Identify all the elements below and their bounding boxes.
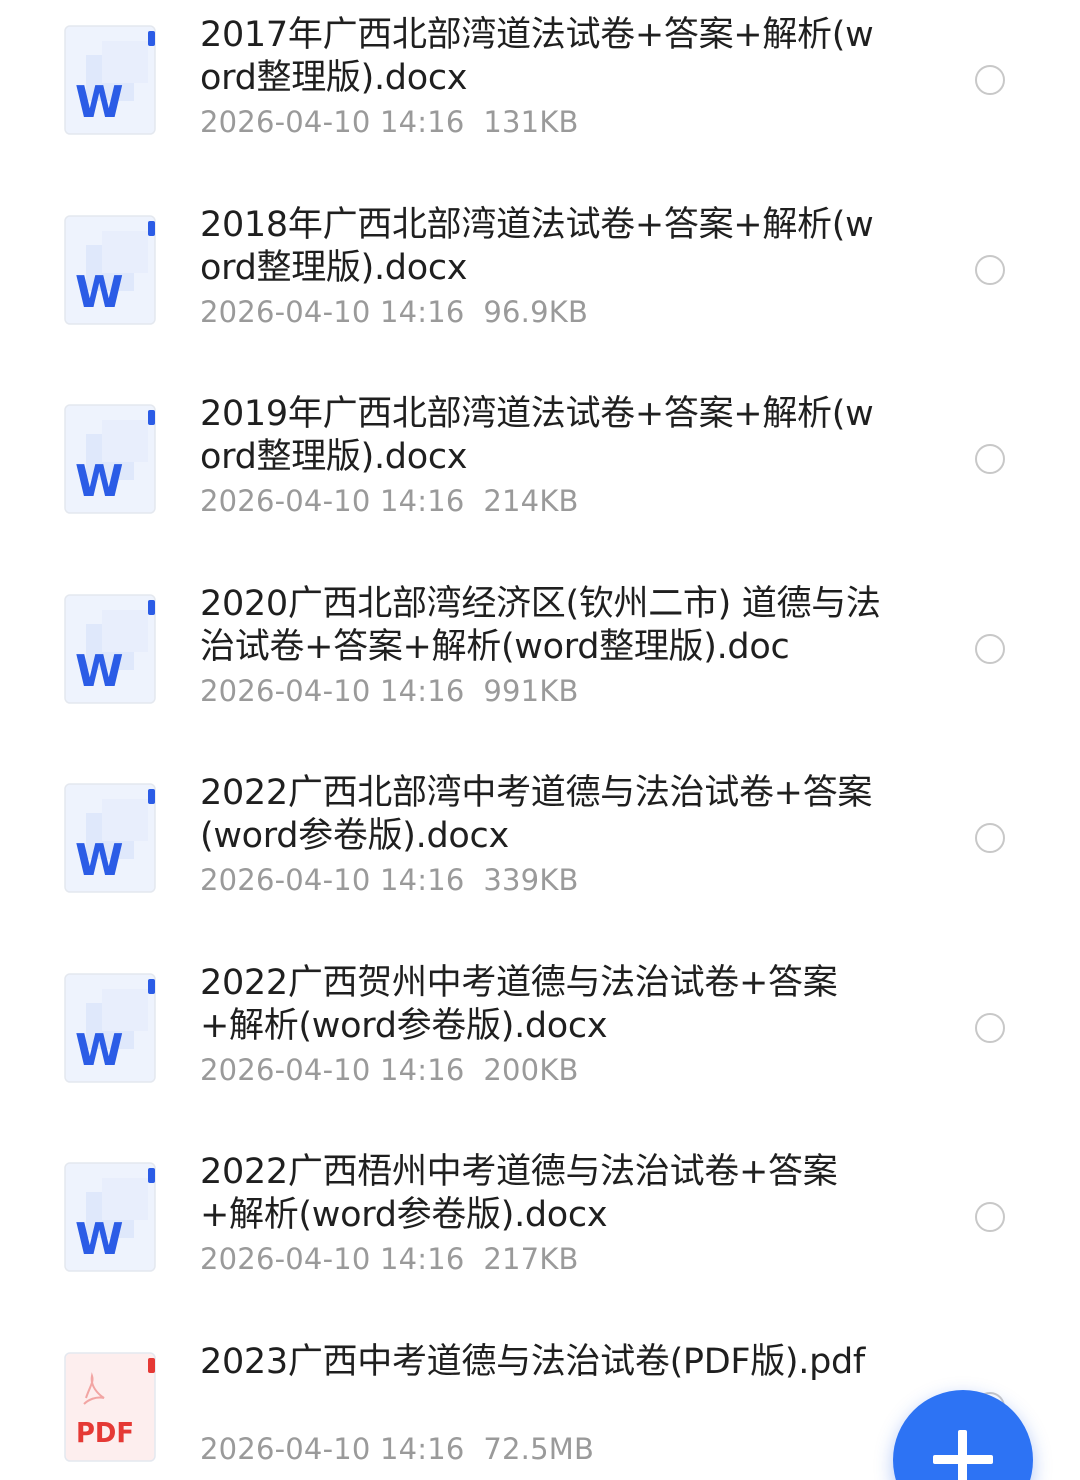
meta-separator: [465, 1053, 484, 1087]
select-radio-button[interactable]: [975, 823, 1005, 853]
meta-separator: [465, 484, 484, 518]
file-size: 200KB: [483, 1053, 579, 1087]
select-radio-button[interactable]: [975, 1013, 1005, 1043]
file-list-item[interactable]: W 2022广西北部湾中考道德与法治试卷+答案(word参卷版).docx 2026…: [0, 758, 1080, 947]
file-meta: 2026-04-10 14:16 339KB: [200, 860, 579, 900]
file-type-letter: W: [75, 456, 124, 507]
plus-icon-vertical: [958, 1430, 967, 1480]
file-size: 72.5MB: [483, 1432, 595, 1466]
file-date: 2026-04-10 14:16: [200, 484, 465, 518]
file-date: 2026-04-10 14:16: [200, 105, 465, 139]
file-type-letter: PDF: [76, 1416, 134, 1449]
select-radio-button[interactable]: [975, 255, 1005, 285]
word-file-icon: W: [64, 25, 158, 137]
file-manager-screen: W 2017年广西北部湾道法试卷+答案+解析(word整理版).docx 2026-…: [0, 0, 1080, 1480]
file-type-letter: W: [75, 1214, 124, 1265]
file-size: 214KB: [483, 484, 579, 518]
meta-separator: [465, 674, 484, 708]
meta-separator: [465, 863, 484, 897]
pdf-file-icon: PDF: [64, 1352, 158, 1464]
file-type-letter: W: [75, 646, 124, 697]
file-size: 339KB: [483, 863, 579, 897]
file-size: 96.9KB: [483, 295, 589, 329]
file-list-item[interactable]: W 2022广西梧州中考道德与法治试卷+答案+解析(word参卷版).docx 20…: [0, 1137, 1080, 1326]
file-date: 2026-04-10 14:16: [200, 1053, 465, 1087]
select-radio-button[interactable]: [975, 444, 1005, 474]
file-meta: 2026-04-10 14:16 214KB: [200, 481, 579, 521]
file-type-letter: W: [75, 1025, 124, 1076]
file-name: 2019年广西北部湾道法试卷+答案+解析(word整理版).docx: [200, 394, 874, 477]
file-meta: 2026-04-10 14:16 131KB: [200, 102, 579, 142]
meta-separator: [465, 295, 484, 329]
file-name: 2020广西北部湾经济区(钦州二市) 道德与法治试卷+答案+解析(word整理版…: [200, 584, 881, 667]
word-file-icon: W: [64, 973, 158, 1085]
file-meta: 2026-04-10 14:16 991KB: [200, 671, 579, 711]
file-size: 131KB: [483, 105, 579, 139]
file-date: 2026-04-10 14:16: [200, 674, 465, 708]
meta-separator: [465, 105, 484, 139]
file-name: 2017年广西北部湾道法试卷+答案+解析(word整理版).docx: [200, 15, 874, 98]
file-size: 217KB: [483, 1242, 579, 1276]
file-meta: 2026-04-10 14:16 96.9KB: [200, 292, 588, 332]
select-radio-button[interactable]: [975, 65, 1005, 95]
select-radio-button[interactable]: [975, 1202, 1005, 1232]
file-size: 991KB: [483, 674, 579, 708]
file-name: 2022广西北部湾中考道德与法治试卷+答案(word参卷版).docx: [200, 773, 873, 856]
file-type-letter: W: [75, 77, 124, 128]
file-list-item[interactable]: W 2019年广西北部湾道法试卷+答案+解析(word整理版).docx 2026-…: [0, 379, 1080, 568]
file-meta: 2026-04-10 14:16 200KB: [200, 1050, 579, 1090]
word-file-icon: W: [64, 215, 158, 327]
file-name: 2022广西贺州中考道德与法治试卷+答案+解析(word参卷版).docx: [200, 963, 838, 1046]
word-file-icon: W: [64, 594, 158, 706]
file-list-item[interactable]: W 2017年广西北部湾道法试卷+答案+解析(word整理版).docx 2026-…: [0, 0, 1080, 189]
file-date: 2026-04-10 14:16: [200, 295, 465, 329]
file-date: 2026-04-10 14:16: [200, 1242, 465, 1276]
file-list-item[interactable]: W 2020广西北部湾经济区(钦州二市) 道德与法治试卷+答案+解析(word整理…: [0, 569, 1080, 758]
file-name: 2023广西中考道德与法治试卷(PDF版).pdf: [200, 1342, 865, 1382]
file-meta: 2026-04-10 14:16 217KB: [200, 1239, 579, 1279]
file-list-item[interactable]: W 2022广西贺州中考道德与法治试卷+答案+解析(word参卷版).docx 20…: [0, 948, 1080, 1137]
word-file-icon: W: [64, 1162, 158, 1274]
meta-separator: [465, 1242, 484, 1276]
file-type-letter: W: [75, 835, 124, 886]
file-list-item[interactable]: W 2018年广西北部湾道法试卷+答案+解析(word整理版).docx 2026-…: [0, 190, 1080, 379]
file-date: 2026-04-10 14:16: [200, 863, 465, 897]
meta-separator: [465, 1432, 484, 1466]
file-name: 2018年广西北部湾道法试卷+答案+解析(word整理版).docx: [200, 205, 874, 288]
select-radio-button[interactable]: [975, 634, 1005, 664]
file-name: 2022广西梧州中考道德与法治试卷+答案+解析(word参卷版).docx: [200, 1152, 838, 1235]
file-meta: 2026-04-10 14:16 72.5MB: [200, 1429, 594, 1469]
file-type-letter: W: [75, 267, 124, 318]
file-date: 2026-04-10 14:16: [200, 1432, 465, 1466]
word-file-icon: W: [64, 404, 158, 516]
word-file-icon: W: [64, 783, 158, 895]
